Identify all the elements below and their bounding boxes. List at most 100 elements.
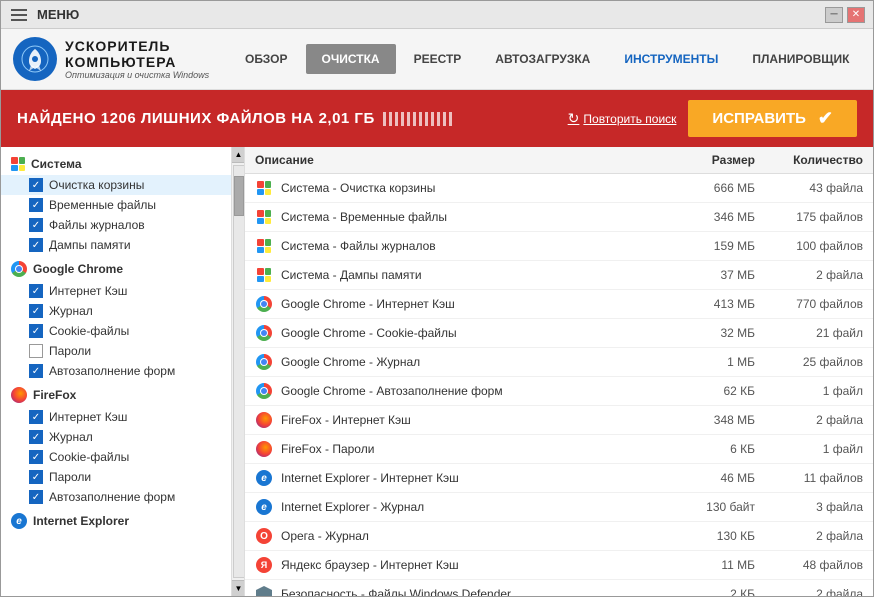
table-row[interactable]: O Орега - Журнал 130 КБ 2 файла <box>245 522 873 551</box>
sidebar-item-ff-passwords[interactable]: Пароли <box>1 467 231 487</box>
scroll-up-button[interactable]: ▲ <box>232 147 246 163</box>
row-size-12: 130 КБ <box>673 529 763 543</box>
row-icon-8 <box>255 411 273 429</box>
pb3 <box>395 112 398 126</box>
row-icon-6 <box>255 353 273 371</box>
windows-icon-system <box>11 157 25 171</box>
row-size-0: 666 МБ <box>673 181 763 195</box>
sidebar-scrollbar: ▲ ▼ <box>231 147 245 596</box>
table-row[interactable]: Google Chrome - Журнал 1 МБ 25 файлов <box>245 348 873 377</box>
title-bar-menu-label: МЕНЮ <box>37 7 79 22</box>
tab-planner[interactable]: ПЛАНИРОВЩИК <box>736 44 865 74</box>
checkbox-chrome-cookies[interactable] <box>29 324 43 338</box>
row-desc-13: Яндекс браузер - Интернет Кэш <box>281 558 673 572</box>
row-size-7: 62 КБ <box>673 384 763 398</box>
sidebar-item-temp[interactable]: Временные файлы <box>1 195 231 215</box>
table-row[interactable]: Система - Файлы журналов 159 МБ 100 файл… <box>245 232 873 261</box>
checkbox-ff-cookies[interactable] <box>29 450 43 464</box>
row-size-4: 413 МБ <box>673 297 763 311</box>
checkbox-recycle[interactable] <box>29 178 43 192</box>
sidebar-item-chrome-passwords[interactable]: Пароли <box>1 341 231 361</box>
close-button[interactable]: ✕ <box>847 7 865 23</box>
table-row[interactable]: FireFox - Интернет Кэш 348 МБ 2 файла <box>245 406 873 435</box>
pb10 <box>437 112 440 126</box>
table-row[interactable]: Google Chrome - Интернет Кэш 413 МБ 770 … <box>245 290 873 319</box>
sidebar-item-ff-forms[interactable]: Автозаполнение форм <box>1 487 231 507</box>
sidebar-item-chrome-cookies[interactable]: Cookie-файлы <box>1 321 231 341</box>
row-icon-9 <box>255 440 273 458</box>
row-desc-14: Безопасность - Файлы Windows Defender <box>281 587 673 596</box>
title-bar: МЕНЮ ─ ✕ <box>1 1 873 29</box>
row-count-6: 25 файлов <box>763 355 863 369</box>
sidebar-item-recycle[interactable]: Очистка корзины <box>1 175 231 195</box>
checkbox-ff-passwords[interactable] <box>29 470 43 484</box>
row-icon-11: e <box>255 498 273 516</box>
checkbox-chrome-passwords[interactable] <box>29 344 43 358</box>
checkbox-dumps[interactable] <box>29 238 43 252</box>
checkbox-chrome-cache[interactable] <box>29 284 43 298</box>
row-count-12: 2 файла <box>763 529 863 543</box>
system-group-label: Система <box>31 157 82 171</box>
sidebar-item-ff-log[interactable]: Журнал <box>1 427 231 447</box>
sidebar-item-logs[interactable]: Файлы журналов <box>1 215 231 235</box>
row-size-3: 37 МБ <box>673 268 763 282</box>
sidebar-item-chrome-forms[interactable]: Автозаполнение форм <box>1 361 231 381</box>
row-size-10: 46 МБ <box>673 471 763 485</box>
scroll-track <box>233 165 245 578</box>
col-size-header: Размер <box>673 153 763 167</box>
table-header: Описание Размер Количество <box>245 147 873 174</box>
minimize-button[interactable]: ─ <box>825 7 843 23</box>
firefox-icon-sidebar <box>11 387 27 403</box>
table-row[interactable]: FireFox - Пароли 6 КБ 1 файл <box>245 435 873 464</box>
checkbox-chrome-forms[interactable] <box>29 364 43 378</box>
sidebar-item-ff-cache[interactable]: Интернет Кэш <box>1 407 231 427</box>
checkbox-temp[interactable] <box>29 198 43 212</box>
row-count-7: 1 файл <box>763 384 863 398</box>
scroll-down-button[interactable]: ▼ <box>232 580 246 596</box>
fix-button[interactable]: ИСПРАВИТЬ ✔ <box>688 100 857 137</box>
hamburger-menu[interactable] <box>9 7 29 23</box>
table-row[interactable]: Google Chrome - Автозаполнение форм 62 К… <box>245 377 873 406</box>
table-row[interactable]: e Internet Explorer - Журнал 130 байт 3 … <box>245 493 873 522</box>
sidebar-item-chrome-log[interactable]: Журнал <box>1 301 231 321</box>
sidebar-group-chrome: Google Chrome <box>1 255 231 281</box>
row-desc-2: Система - Файлы журналов <box>281 239 673 253</box>
logs-label: Файлы журналов <box>49 218 145 232</box>
tab-overview[interactable]: ОБЗОР <box>229 44 304 74</box>
checkbox-ff-cache[interactable] <box>29 410 43 424</box>
sidebar-item-dumps[interactable]: Дампы памяти <box>1 235 231 255</box>
tab-registry[interactable]: РЕЕСТР <box>398 44 478 74</box>
checkbox-chrome-log[interactable] <box>29 304 43 318</box>
table-row[interactable]: Безопасность - Файлы Windows Defender 2 … <box>245 580 873 596</box>
row-desc-9: FireFox - Пароли <box>281 442 673 456</box>
sidebar: Система Очистка корзины Временные файлы … <box>1 147 231 596</box>
row-count-3: 2 файла <box>763 268 863 282</box>
retry-button[interactable]: ↻ Повторить поиск <box>568 110 677 127</box>
checkbox-logs[interactable] <box>29 218 43 232</box>
logo-text: УСКОРИТЕЛЬ КОМПЬЮТЕРА Оптимизация и очис… <box>65 38 213 80</box>
table-row[interactable]: e Internet Explorer - Интернет Кэш 46 МБ… <box>245 464 873 493</box>
sidebar-item-ff-cookies[interactable]: Cookie-файлы <box>1 447 231 467</box>
pb4 <box>401 112 404 126</box>
table-row[interactable]: Система - Дампы памяти 37 МБ 2 файла <box>245 261 873 290</box>
sidebar-item-chrome-cache[interactable]: Интернет Кэш <box>1 281 231 301</box>
tab-tools[interactable]: ИНСТРУМЕНТЫ <box>608 44 734 74</box>
ff-log-label: Журнал <box>49 430 93 444</box>
row-size-5: 32 МБ <box>673 326 763 340</box>
table-row[interactable]: Google Chrome - Cookie-файлы 32 МБ 21 фа… <box>245 319 873 348</box>
tab-autoload[interactable]: АВТОЗАГРУЗКА <box>479 44 606 74</box>
checkbox-ff-log[interactable] <box>29 430 43 444</box>
chrome-passwords-label: Пароли <box>49 344 91 358</box>
scroll-thumb[interactable] <box>234 176 244 216</box>
fix-label: ИСПРАВИТЬ <box>712 110 805 127</box>
pb1 <box>383 112 386 126</box>
tab-clean[interactable]: ОЧИСТКА <box>306 44 396 74</box>
checkbox-ff-forms[interactable] <box>29 490 43 504</box>
table-row[interactable]: Я Яндекс браузер - Интернет Кэш 11 МБ 48… <box>245 551 873 580</box>
row-icon-5 <box>255 324 273 342</box>
table-row[interactable]: Система - Временные файлы 346 МБ 175 фай… <box>245 203 873 232</box>
table-row[interactable]: Система - Очистка корзины 666 МБ 43 файл… <box>245 174 873 203</box>
row-size-6: 1 МБ <box>673 355 763 369</box>
chrome-forms-label: Автозаполнение форм <box>49 364 175 378</box>
row-count-2: 100 файлов <box>763 239 863 253</box>
